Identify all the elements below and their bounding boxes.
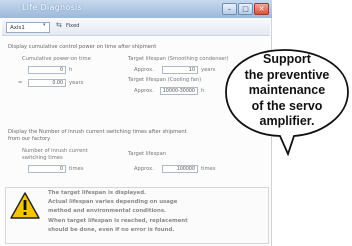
inrush-count-unit: times	[69, 166, 84, 172]
inrush-count-field: 0	[28, 165, 66, 173]
callout-text: Support the preventive maintenance of th…	[225, 52, 349, 130]
warning-triangle-icon	[10, 192, 40, 219]
chevron-down-icon[interactable]: ▾	[43, 22, 46, 28]
callout-line: Support	[263, 52, 311, 66]
relay-heading-line1: Display the Number of inrush current swi…	[8, 129, 187, 135]
callout-line: maintenance	[248, 83, 326, 97]
close-button[interactable]: ✕	[254, 3, 269, 15]
equals-sign: =	[18, 80, 23, 86]
warning-line-4: When target lifespan is reached, replace…	[48, 218, 188, 224]
relay-target-unit: times	[201, 166, 216, 172]
years-field: 0.00	[28, 79, 66, 87]
target-condenser-label: Target lifespan (Smoothing condenser)	[128, 56, 229, 62]
years-unit: years	[69, 80, 84, 86]
relay-heading-line2: from our factory	[8, 136, 51, 142]
relay-approx: Approx.	[134, 166, 154, 172]
fixed-arrow-icon[interactable]: ⇆	[56, 21, 62, 29]
warning-line-2: Actual lifespan varies depending on usag…	[48, 199, 178, 205]
fixed-label[interactable]: Fixed	[66, 23, 79, 29]
fan-unit: h	[201, 88, 205, 94]
callout-line: of the servo	[251, 98, 323, 113]
inrush-count-label-1: Number of inrush current	[22, 148, 88, 154]
cumulative-heading: Display cumulative control power on time…	[8, 44, 157, 50]
callout-line: the preventive	[244, 67, 330, 82]
power-on-unit: h	[69, 67, 73, 73]
callout-line: amplifier.	[259, 114, 315, 128]
power-on-field: 0	[28, 66, 66, 74]
warning-line-1: The target lifespan is displayed.	[48, 190, 147, 196]
condenser-field: 10	[162, 66, 198, 74]
window-title: Life Diagnosis	[22, 3, 83, 12]
warning-line-3: method and environmental conditions.	[48, 208, 167, 214]
condenser-approx: Approx.	[134, 67, 154, 73]
minimize-button[interactable]: –	[222, 3, 237, 15]
power-on-label: Cumulative power-on time	[22, 56, 91, 62]
inrush-count-label-2: switching times	[22, 155, 63, 161]
fan-field: 10000-30000	[160, 87, 198, 95]
target-fan-label: Target lifespan (Cooling fan)	[128, 77, 202, 83]
fan-approx: Approx.	[134, 88, 154, 94]
relay-target-label: Target lifespan	[128, 151, 167, 157]
warning-line-5: should be done, even if no error is foun…	[48, 227, 175, 233]
relay-target-field: 100000	[162, 165, 198, 173]
condenser-unit: years	[201, 67, 216, 73]
maximize-button[interactable]: □	[238, 3, 253, 15]
